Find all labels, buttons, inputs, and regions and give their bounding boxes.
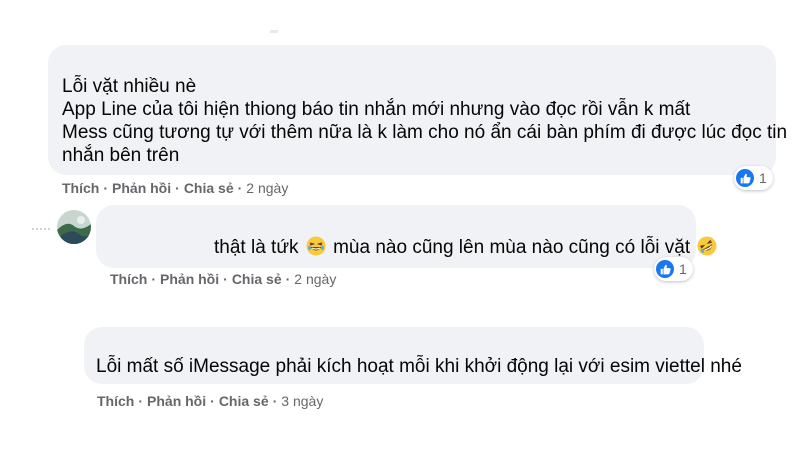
separator: · [103, 180, 109, 196]
comment-text-line: App Line của tôi hiện thiong báo tin nhắ… [62, 99, 691, 120]
comment-bubble-2: thật là tứk mùa nào cũng lên mùa nào cũn… [96, 205, 717, 268]
comment-text-part: mùa nào cũng lên mùa nào cũng có lỗi vặt [333, 237, 691, 258]
reply-link[interactable]: Phản hồi [112, 180, 171, 196]
comment-text-line: Lỗi vặt nhiều nè [62, 76, 197, 97]
like-link[interactable]: Thích [62, 180, 99, 196]
separator: · [138, 393, 144, 409]
thumbs-up-icon [656, 260, 674, 278]
comment-actions-2: Thích · Phản hồi · Chia sẻ · 2 ngày [110, 271, 336, 287]
separator: · [237, 180, 243, 196]
comment-bubble-3: Lỗi mất số iMessage phải kích hoạt mỗi k… [84, 327, 742, 384]
reaction-count: 1 [759, 170, 767, 186]
avatar[interactable] [57, 210, 91, 244]
laughing-emoji-icon [306, 236, 326, 256]
top-divider [270, 30, 278, 33]
comment-text-line: Mess cũng tương tự với thêm nữa là k làm… [62, 122, 788, 143]
reply-link[interactable]: Phản hồi [147, 393, 206, 409]
thumbs-up-icon [736, 169, 754, 187]
share-link[interactable]: Chia sẻ [232, 271, 282, 287]
comment-bubble-1: Lỗi vặt nhiều nè App Line của tôi hiện t… [48, 45, 787, 175]
separator: · [151, 271, 157, 287]
thread-connector [32, 228, 50, 230]
reaction-count: 1 [679, 261, 687, 277]
comment-text-line: Lỗi mất số iMessage phải kích hoạt mỗi k… [96, 356, 742, 377]
share-link[interactable]: Chia sẻ [219, 393, 269, 409]
separator: · [272, 393, 278, 409]
separator: · [285, 271, 291, 287]
comment-text: thật là tứk mùa nào cũng lên mùa nào cũn… [214, 236, 719, 259]
timestamp[interactable]: 2 ngày [294, 271, 336, 287]
separator: · [223, 271, 228, 287]
comment-text-line: nhắn bên trên [62, 145, 180, 166]
like-link[interactable]: Thích [110, 271, 147, 287]
comment-actions-3: Thích · Phản hồi · Chia sẻ · 3 ngày [97, 393, 323, 409]
reply-link[interactable]: Phản hồi [160, 271, 219, 287]
comment-actions-1: Thích · Phản hồi · Chia sẻ · 2 ngày [62, 180, 288, 196]
share-link[interactable]: Chia sẻ [184, 180, 234, 196]
rofl-emoji-icon [697, 236, 717, 256]
reaction-badge[interactable]: 1 [734, 166, 773, 190]
comment-text-part: thật là tứk [214, 237, 299, 258]
timestamp[interactable]: 3 ngày [281, 393, 323, 409]
reaction-badge[interactable]: 1 [654, 257, 693, 281]
timestamp[interactable]: 2 ngày [246, 180, 288, 196]
separator: · [175, 180, 180, 196]
separator: · [210, 393, 215, 409]
like-link[interactable]: Thích [97, 393, 134, 409]
